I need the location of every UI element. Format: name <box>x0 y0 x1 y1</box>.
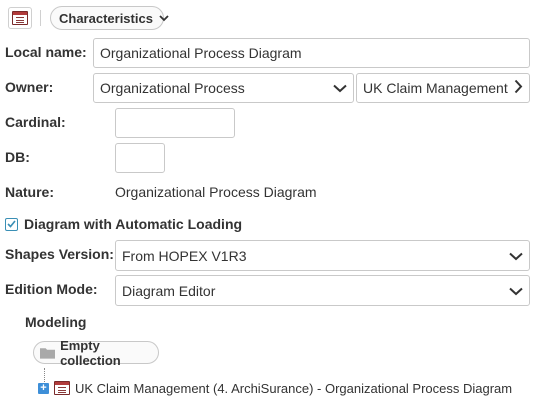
nature-label: Nature: <box>5 184 55 200</box>
local-name-value: Organizational Process Diagram <box>100 45 302 61</box>
shapes-version-label: Shapes Version: <box>5 246 114 262</box>
owner-type-value: Organizational Process <box>100 80 245 96</box>
owner-object-field[interactable]: UK Claim Management <box>356 73 530 103</box>
auto-loading-checkbox[interactable] <box>5 217 18 231</box>
nature-value: Organizational Process Diagram <box>115 184 317 200</box>
expand-icon[interactable]: + <box>38 382 49 394</box>
owner-label: Owner: <box>5 79 54 95</box>
chevron-down-icon <box>509 283 523 299</box>
cardinal-label: Cardinal: <box>5 114 66 130</box>
db-label: DB: <box>5 149 30 165</box>
owner-object-value: UK Claim Management <box>363 80 508 96</box>
tree-item[interactable]: + UK Claim Management (4. ArchiSurance) … <box>38 380 512 396</box>
characteristics-label: Characteristics <box>59 10 153 26</box>
auto-loading-checkbox-row[interactable]: Diagram with Automatic Loading <box>5 216 242 232</box>
edition-mode-value: Diagram Editor <box>122 282 216 299</box>
db-field[interactable] <box>115 143 165 173</box>
owner-type-select[interactable]: Organizational Process <box>93 73 354 103</box>
shapes-version-value: From HOPEX V1R3 <box>122 247 247 264</box>
modeling-title: Modeling <box>25 314 87 330</box>
local-name-field[interactable]: Organizational Process Diagram <box>93 38 530 68</box>
edition-mode-label: Edition Mode: <box>5 281 98 297</box>
check-icon <box>7 220 16 228</box>
characteristics-dropdown[interactable]: Characteristics <box>50 6 169 30</box>
edition-mode-select[interactable]: Diagram Editor <box>115 275 530 306</box>
chevron-right-icon[interactable] <box>514 79 523 97</box>
empty-collection-button[interactable]: Empty collection <box>33 338 159 368</box>
tree-item-label: UK Claim Management (4. ArchiSurance) - … <box>75 380 513 396</box>
cardinal-field[interactable] <box>115 108 235 138</box>
shapes-version-select[interactable]: From HOPEX V1R3 <box>115 240 530 271</box>
chevron-down-icon <box>333 80 347 96</box>
toolbar-divider <box>40 10 41 26</box>
folder-icon <box>40 347 56 359</box>
auto-loading-label: Diagram with Automatic Loading <box>24 216 243 232</box>
chevron-down-icon <box>159 11 169 25</box>
diagram-icon <box>12 11 28 25</box>
diagram-type-button[interactable] <box>8 7 32 29</box>
local-name-label: Local name: <box>5 44 87 60</box>
diagram-icon <box>54 381 70 395</box>
empty-collection-label: Empty collection <box>60 337 121 368</box>
chevron-down-icon <box>509 248 523 264</box>
